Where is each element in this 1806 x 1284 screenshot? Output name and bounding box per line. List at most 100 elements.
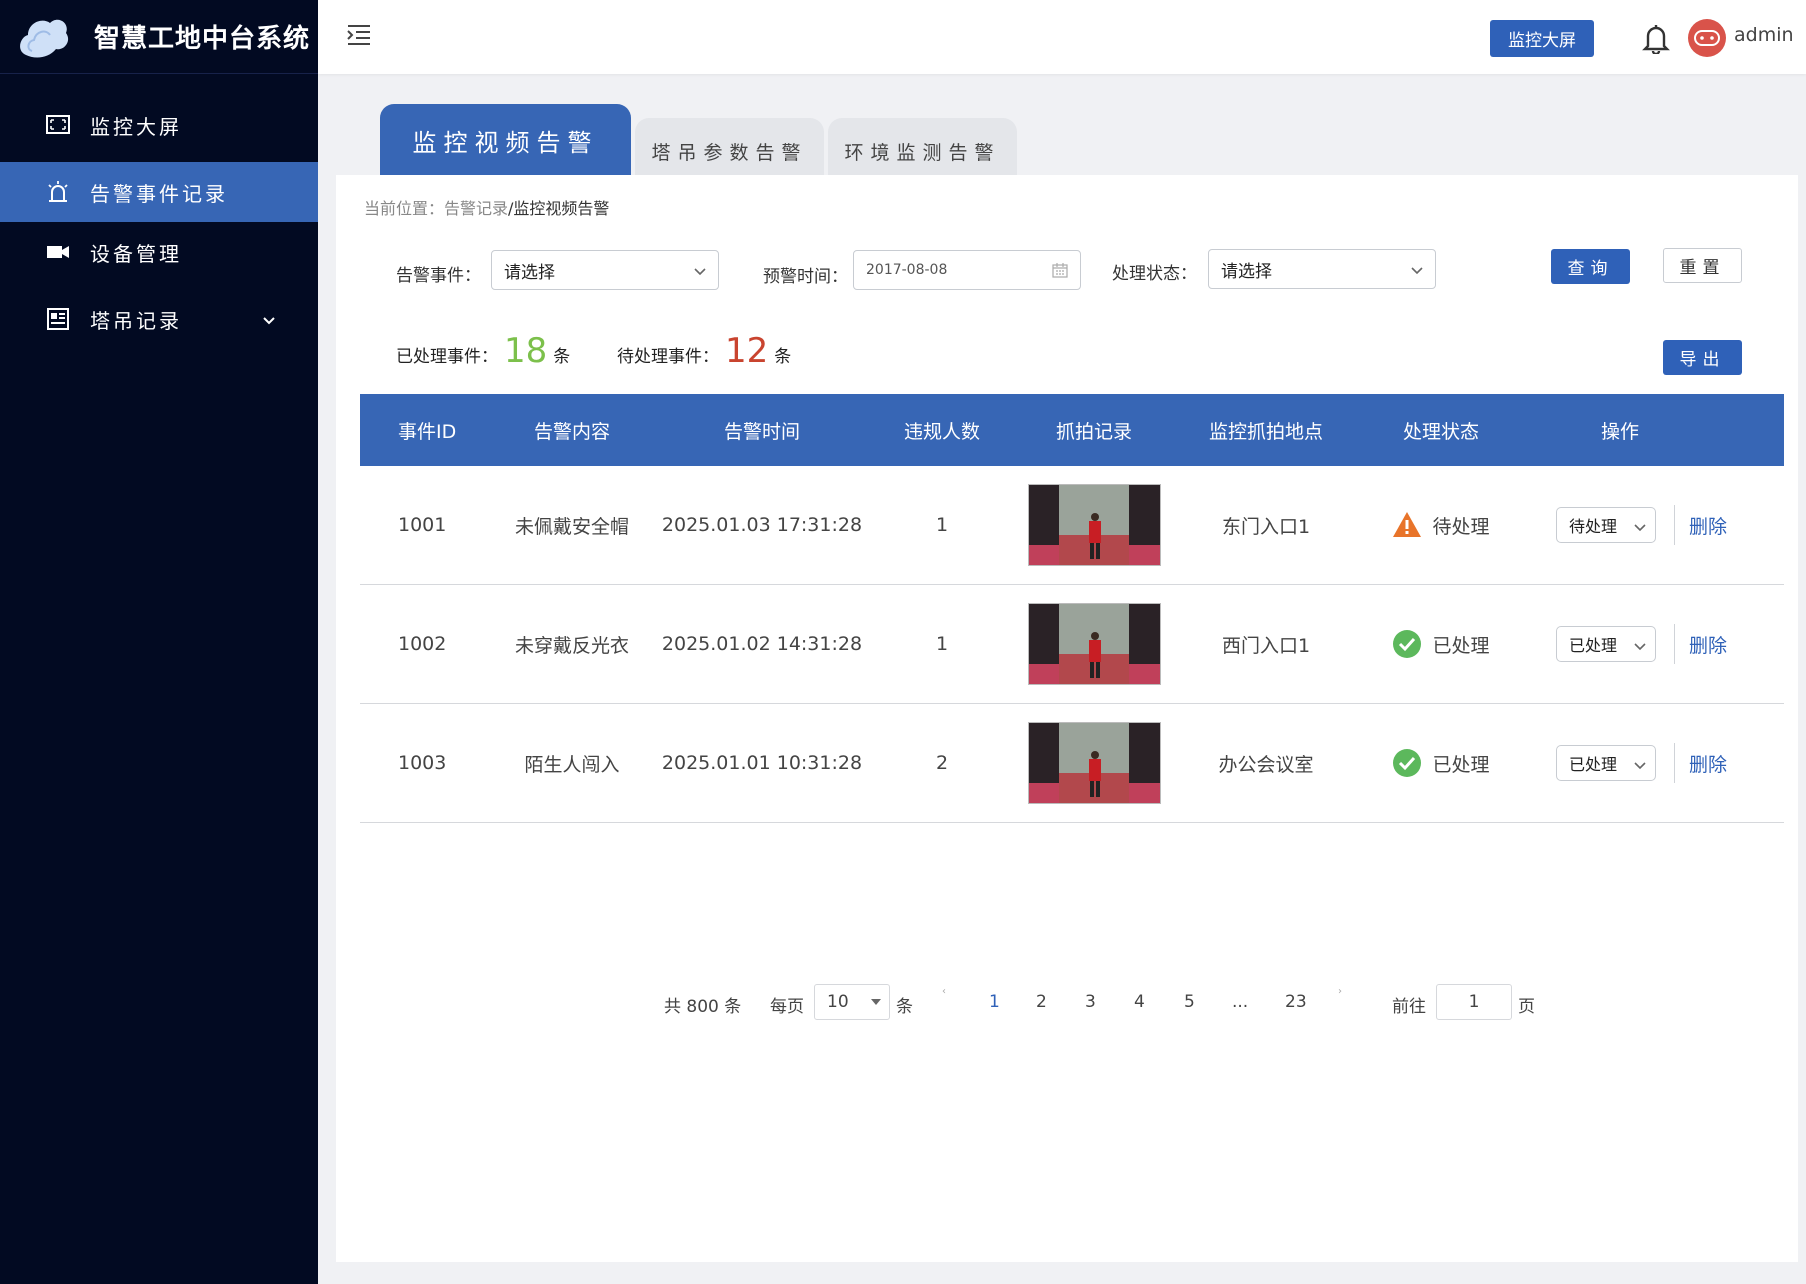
breadcrumb-prefix: 当前位置： [364, 199, 445, 218]
breadcrumb: 当前位置：告警记录/监控视频告警 [364, 195, 609, 219]
status-action-value: 已处理 [1569, 636, 1618, 655]
export-button[interactable]: 导出 [1663, 340, 1742, 375]
page-size-value: 10 [827, 992, 849, 1012]
snapshot-location: 东门入口1 [1221, 515, 1311, 538]
query-button[interactable]: 查询 [1551, 249, 1630, 284]
status-action-select[interactable]: 待处理 [1556, 507, 1656, 543]
date-input-value: 2017-08-08 [866, 262, 948, 278]
chevron-down-icon [694, 263, 706, 276]
snapshot-location: 办公会议室 [1218, 753, 1314, 776]
divider [1674, 743, 1675, 783]
brand: 智慧工地中台系统 [0, 0, 318, 74]
status-action-select[interactable]: 已处理 [1556, 626, 1656, 662]
snapshot-thumbnail[interactable] [1027, 722, 1161, 804]
snapshot-thumbnail[interactable] [1027, 484, 1161, 566]
avatar[interactable] [1688, 19, 1726, 57]
grid-icon [46, 307, 70, 331]
sidebar-item-monitor-screen[interactable]: 监控大屏 [0, 88, 318, 162]
pending-unit: 条 [774, 347, 792, 367]
status-action-value: 已处理 [1569, 755, 1618, 774]
operation-cell: 待处理 删除 [1526, 505, 1784, 545]
username[interactable]: admin [1734, 24, 1794, 46]
column-header: 操作 [1600, 420, 1639, 443]
per-page-unit: 条 [896, 997, 913, 1017]
page-number[interactable]: 4 [1134, 992, 1145, 1012]
event-select[interactable]: 请选择 [491, 250, 719, 290]
goto-page-value: 1 [1468, 992, 1480, 1012]
monitor-screen-button[interactable]: 监控大屏 [1490, 20, 1594, 57]
alarm-icon [46, 180, 70, 204]
column-header: 告警时间 [723, 420, 800, 443]
date-input[interactable]: 2017-08-08 [853, 250, 1081, 290]
time-filter-label: 预警时间： [763, 267, 848, 287]
chevron-down-icon [1634, 519, 1646, 532]
column-header: 监控抓拍地点 [1208, 420, 1323, 443]
alarm-time: 2025.01.02 14:31:28 [661, 633, 863, 655]
status-text: 已处理 [1432, 634, 1490, 657]
tab-video-alarm[interactable]: 监控视频告警 [380, 104, 631, 176]
breadcrumb-current: /监控视频告警 [508, 199, 610, 218]
pending-stat: 待处理事件： 12 条 [617, 331, 791, 371]
reset-button[interactable]: 重置 [1663, 248, 1742, 283]
chevron-down-icon [1634, 638, 1646, 651]
status-cell: 已处理 [1356, 629, 1526, 659]
camera-icon [46, 240, 70, 264]
status-filter-label: 处理状态： [1112, 264, 1197, 284]
delete-link[interactable]: 删除 [1689, 750, 1727, 777]
page-number[interactable]: 23 [1285, 992, 1307, 1012]
delete-link[interactable]: 删除 [1689, 631, 1727, 658]
column-header: 事件ID [398, 420, 457, 443]
goto-label: 前往 [1392, 997, 1426, 1017]
pagination: 共 800 条 每页 10 条 ‹ 1 2 3 4 5 ... 23 › 前往 … [336, 984, 1798, 1020]
processed-label: 已处理事件： [396, 347, 498, 367]
page-number[interactable]: 2 [1036, 992, 1047, 1012]
per-page-label: 每页 [770, 997, 804, 1017]
sidebar-item-tower-crane[interactable]: 塔吊记录 [0, 282, 318, 356]
pending-label: 待处理事件： [617, 347, 719, 367]
calendar-icon [1052, 262, 1068, 278]
next-page-icon[interactable]: › [1338, 986, 1342, 997]
check-circle-icon [1392, 629, 1422, 659]
snapshot-location: 西门入口1 [1221, 634, 1311, 657]
event-id: 1003 [398, 752, 447, 774]
chevron-down-icon [1634, 757, 1646, 770]
page-number[interactable]: 3 [1085, 992, 1096, 1012]
event-id: 1001 [398, 514, 447, 536]
status-select-value: 请选择 [1221, 261, 1272, 282]
goto-page-input[interactable]: 1 [1436, 984, 1512, 1020]
status-action-value: 待处理 [1569, 517, 1618, 536]
sidebar-item-device-management[interactable]: 设备管理 [0, 222, 318, 282]
delete-link[interactable]: 删除 [1689, 512, 1727, 539]
chevron-down-icon[interactable] [262, 307, 276, 331]
alarm-table: 事件ID 告警内容 告警时间 违规人数 抓拍记录 监控抓拍地点 处理状态 操作 … [360, 394, 1784, 823]
page-number[interactable]: 1 [989, 992, 1000, 1012]
status-action-select[interactable]: 已处理 [1556, 745, 1656, 781]
sidebar-item-label: 监控大屏 [90, 114, 182, 139]
processed-unit: 条 [553, 347, 571, 367]
tab-crane-alarm[interactable]: 塔吊参数告警 [635, 118, 824, 176]
app-title: 智慧工地中台系统 [94, 24, 311, 54]
page-number[interactable]: 5 [1184, 992, 1195, 1012]
alarm-content: 陌生人闯入 [524, 753, 620, 776]
menu-toggle-icon[interactable] [346, 24, 372, 48]
status-select[interactable]: 请选择 [1208, 249, 1436, 289]
page-size-select[interactable]: 10 [814, 984, 890, 1020]
prev-page-icon[interactable]: ‹ [942, 986, 946, 997]
event-id: 1002 [398, 633, 447, 655]
sidebar-nav: 监控大屏 告警事件记录 设备管理 塔吊记录 [0, 88, 318, 356]
breadcrumb-parent[interactable]: 告警记录 [444, 199, 508, 218]
snapshot-cell [1012, 484, 1176, 566]
page-ellipsis[interactable]: ... [1232, 992, 1248, 1012]
operation-cell: 已处理 删除 [1526, 743, 1784, 783]
table-row: 1003 陌生人闯入 2025.01.01 10:31:28 2 办公会议室 已… [360, 704, 1784, 823]
sidebar-item-alarm-records[interactable]: 告警事件记录 [0, 162, 318, 222]
goto-unit: 页 [1518, 997, 1535, 1017]
snapshot-thumbnail[interactable] [1027, 603, 1161, 685]
status-text: 已处理 [1432, 753, 1490, 776]
check-circle-icon [1392, 748, 1422, 778]
column-header: 告警内容 [533, 420, 610, 443]
warning-icon [1392, 510, 1422, 540]
tab-environment-alarm[interactable]: 环境监测告警 [828, 118, 1017, 176]
bell-icon[interactable] [1642, 22, 1670, 56]
snapshot-cell [1012, 603, 1176, 685]
